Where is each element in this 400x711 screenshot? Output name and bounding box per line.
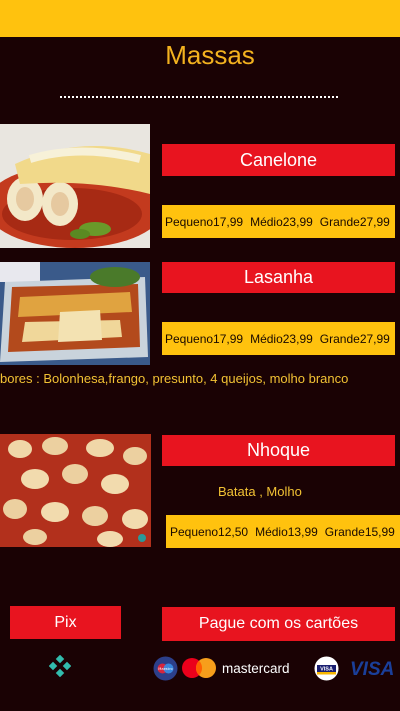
top-bar — [0, 0, 400, 37]
price-medium: Médio13,99 — [255, 524, 318, 539]
pix-button[interactable]: Pix — [10, 606, 121, 639]
price-large: Grande27,99 — [319, 331, 390, 346]
page-title: Massas — [165, 40, 255, 70]
nhoque-subtitle: Batata , Molho — [218, 484, 302, 499]
price-small: Pequeno17,99 — [165, 214, 244, 229]
lasanha-button[interactable]: Lasanha — [162, 262, 395, 293]
visa-badge-icon: VISA — [314, 656, 339, 681]
maestro-icon: Maestro — [153, 656, 178, 681]
pay-with-cards-button[interactable]: Pague com os cartões — [162, 607, 395, 641]
price-medium: Médio23,99 — [250, 214, 313, 229]
price-small: Pequeno17,99 — [165, 331, 244, 346]
mastercard-icon: mastercard — [182, 656, 307, 680]
nhoque-prices: Pequeno12,50 Médio13,99 Grande15,99 — [166, 515, 400, 548]
visa-badge-label: VISA — [320, 667, 333, 673]
dotted-divider — [60, 96, 338, 98]
canelone-prices: Pequeno17,99 Médio23,99 Grande27,99 — [162, 205, 395, 238]
lasanha-prices: Pequeno17,99 Médio23,99 Grande27,99 — [162, 322, 395, 355]
visa-logo-label: VISA — [350, 659, 394, 680]
nhoque-button[interactable]: Nhoque — [162, 435, 395, 466]
nhoque-photo — [0, 434, 151, 547]
maestro-label: Maestro — [158, 667, 172, 671]
price-small: Pequeno12,50 — [170, 524, 249, 539]
visa-logo-icon: VISA — [350, 655, 398, 683]
lasanha-flavors: bores : Bolonhesa,frango, presunto, 4 qu… — [0, 371, 349, 386]
pix-icon — [48, 654, 72, 678]
canelone-button[interactable]: Canelone — [162, 144, 395, 176]
price-large: Grande15,99 — [324, 524, 395, 539]
canelone-photo — [0, 124, 150, 248]
lasanha-photo — [0, 262, 150, 365]
price-large: Grande27,99 — [319, 214, 390, 229]
mastercard-label: mastercard — [222, 661, 290, 676]
price-medium: Médio23,99 — [250, 331, 313, 346]
